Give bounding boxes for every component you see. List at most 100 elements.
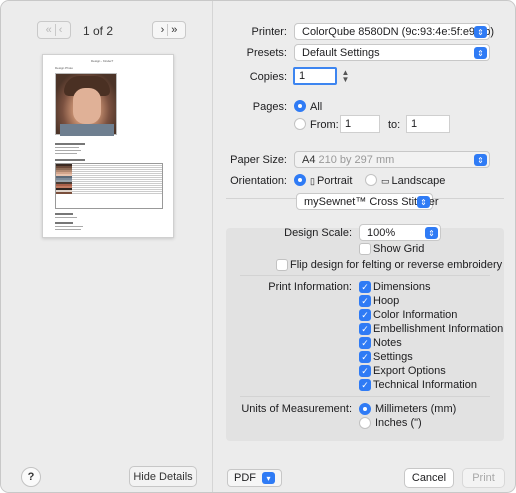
pages-to-label: to:: [388, 119, 401, 131]
paper-size-detail: 210 by 297 mm: [318, 153, 395, 166]
landscape-icon: ▭: [381, 176, 390, 186]
embellishment-information-label: Embellishment Information: [373, 323, 504, 335]
print-button[interactable]: Print: [462, 468, 505, 488]
color-information-checkbox[interactable]: ✓: [359, 309, 371, 321]
preview-text-line: [55, 153, 77, 154]
page-indicator: 1 of 2: [83, 24, 114, 38]
units-label: Units of Measurement:: [241, 403, 352, 415]
orientation-portrait-option: ▯ Portrait: [310, 175, 352, 187]
chevron-down-icon: ▾: [262, 472, 275, 484]
units-inches-label: Inches ("): [375, 417, 422, 429]
section-divider: [240, 396, 490, 397]
orientation-portrait-radio[interactable]: [294, 174, 306, 186]
preview-page-thumbnail: Design - Kinder7 Design Photo: [42, 54, 174, 238]
presets-value: Default Settings: [302, 46, 380, 59]
preview-text-line: [55, 217, 77, 218]
design-scale-label: Design Scale:: [284, 227, 352, 239]
chevron-updown-icon: ⇕: [474, 154, 487, 166]
help-button[interactable]: ?: [21, 467, 41, 487]
preview-page-title: Design - Kinder7: [91, 59, 114, 63]
plugin-popup[interactable]: mySewnet™ Cross Stitcher ⇕: [296, 193, 438, 210]
stepper-down-icon[interactable]: ▼: [342, 75, 350, 83]
photo-face: [73, 88, 101, 124]
paper-size-label: Paper Size:: [230, 154, 287, 166]
flip-design-label: Flip design for felting or reverse embro…: [290, 259, 503, 271]
presets-label: Presets:: [246, 47, 287, 59]
preview-text-line: [55, 222, 73, 224]
paper-size-popup[interactable]: A4 210 by 297 mm ⇕: [294, 151, 490, 168]
portrait-icon: ▯: [310, 176, 315, 186]
pdf-menu-button[interactable]: PDF ▾: [227, 469, 282, 487]
prev-page-icon[interactable]: ‹: [56, 24, 66, 36]
chevron-updown-icon: ⇕: [474, 26, 487, 38]
section-divider: [240, 275, 490, 276]
show-grid-checkbox[interactable]: [359, 243, 371, 255]
dimensions-checkbox[interactable]: ✓: [359, 281, 371, 293]
chevron-updown-icon: ⇕: [425, 227, 438, 239]
design-scale-popup[interactable]: 100% ⇕: [359, 224, 441, 241]
units-mm-label: Millimeters (mm): [375, 403, 457, 415]
pages-from-field[interactable]: 1: [340, 115, 380, 133]
orientation-landscape-radio[interactable]: [365, 174, 377, 186]
last-page-icon[interactable]: »: [168, 24, 180, 36]
copies-label: Copies:: [249, 71, 287, 83]
pages-to-field[interactable]: 1: [406, 115, 450, 133]
notes-label: Notes: [373, 337, 402, 349]
orientation-portrait-label: Portrait: [316, 175, 353, 187]
units-inches-radio[interactable]: [359, 417, 371, 429]
flip-design-checkbox[interactable]: [276, 259, 288, 271]
preview-pane: « ‹ 1 of 2 › » Design - Kinder7 Design P…: [1, 1, 213, 492]
chevron-updown-icon: ⇕: [474, 47, 487, 59]
pdf-label: PDF: [234, 472, 256, 484]
print-dialog: « ‹ 1 of 2 › » Design - Kinder7 Design P…: [0, 0, 516, 493]
notes-checkbox[interactable]: ✓: [359, 337, 371, 349]
hoop-label: Hoop: [373, 295, 400, 307]
preview-text-line: [55, 226, 83, 227]
orientation-landscape-option: ▭ Landscape: [381, 175, 445, 187]
chevron-updown-icon: ⇕: [417, 196, 430, 208]
preview-text-line: [55, 143, 85, 145]
color-information-label: Color Information: [373, 309, 458, 321]
pages-range-radio[interactable]: [294, 118, 306, 130]
first-page-icon[interactable]: «: [43, 24, 55, 36]
dimensions-label: Dimensions: [373, 281, 431, 293]
show-grid-label: Show Grid: [373, 243, 425, 255]
embellishment-information-checkbox[interactable]: ✓: [359, 323, 371, 335]
hoop-checkbox[interactable]: ✓: [359, 295, 371, 307]
settings-checkbox[interactable]: ✓: [359, 351, 371, 363]
technical-information-label: Technical Information: [373, 379, 477, 391]
printer-popup[interactable]: ColorQube 8580DN (9c:93:4e:5f:e9:5b) ⇕: [294, 23, 494, 40]
pages-all-radio[interactable]: [294, 100, 306, 112]
preview-text-line: [55, 150, 81, 151]
copies-stepper[interactable]: ▲ ▼: [341, 67, 350, 84]
next-page-icon[interactable]: ›: [158, 24, 168, 36]
preview-color-table: [55, 163, 163, 209]
preview-text-line: [55, 147, 79, 148]
next-last-page-buttons[interactable]: › »: [152, 21, 186, 39]
cancel-button[interactable]: Cancel: [404, 468, 454, 488]
first-prev-page-buttons[interactable]: « ‹: [37, 21, 71, 39]
export-options-checkbox[interactable]: ✓: [359, 365, 371, 377]
orientation-landscape-label: Landscape: [391, 175, 446, 187]
preview-design-photo: [55, 73, 117, 136]
preview-text-line: [55, 159, 85, 161]
print-information-label: Print Information:: [268, 281, 352, 293]
pages-all-label: All: [310, 101, 323, 113]
hide-details-button[interactable]: Hide Details: [129, 466, 197, 487]
settings-label: Settings: [373, 351, 413, 363]
export-options-label: Export Options: [373, 365, 446, 377]
preview-text-line: [55, 213, 73, 215]
units-mm-radio[interactable]: [359, 403, 371, 415]
orientation-label: Orientation:: [230, 175, 287, 187]
presets-popup[interactable]: Default Settings ⇕: [294, 44, 490, 61]
preview-text-line: [55, 229, 81, 230]
paper-size-value: A4: [302, 153, 316, 166]
pages-from-label: From:: [310, 119, 339, 131]
technical-information-checkbox[interactable]: ✓: [359, 379, 371, 391]
design-scale-value: 100%: [367, 226, 396, 239]
preview-photo-heading: Design Photo: [55, 66, 74, 70]
copies-field[interactable]: 1: [293, 67, 337, 85]
printer-label: Printer:: [251, 26, 287, 38]
pages-label: Pages:: [252, 101, 287, 113]
photo-shirt: [60, 124, 114, 136]
